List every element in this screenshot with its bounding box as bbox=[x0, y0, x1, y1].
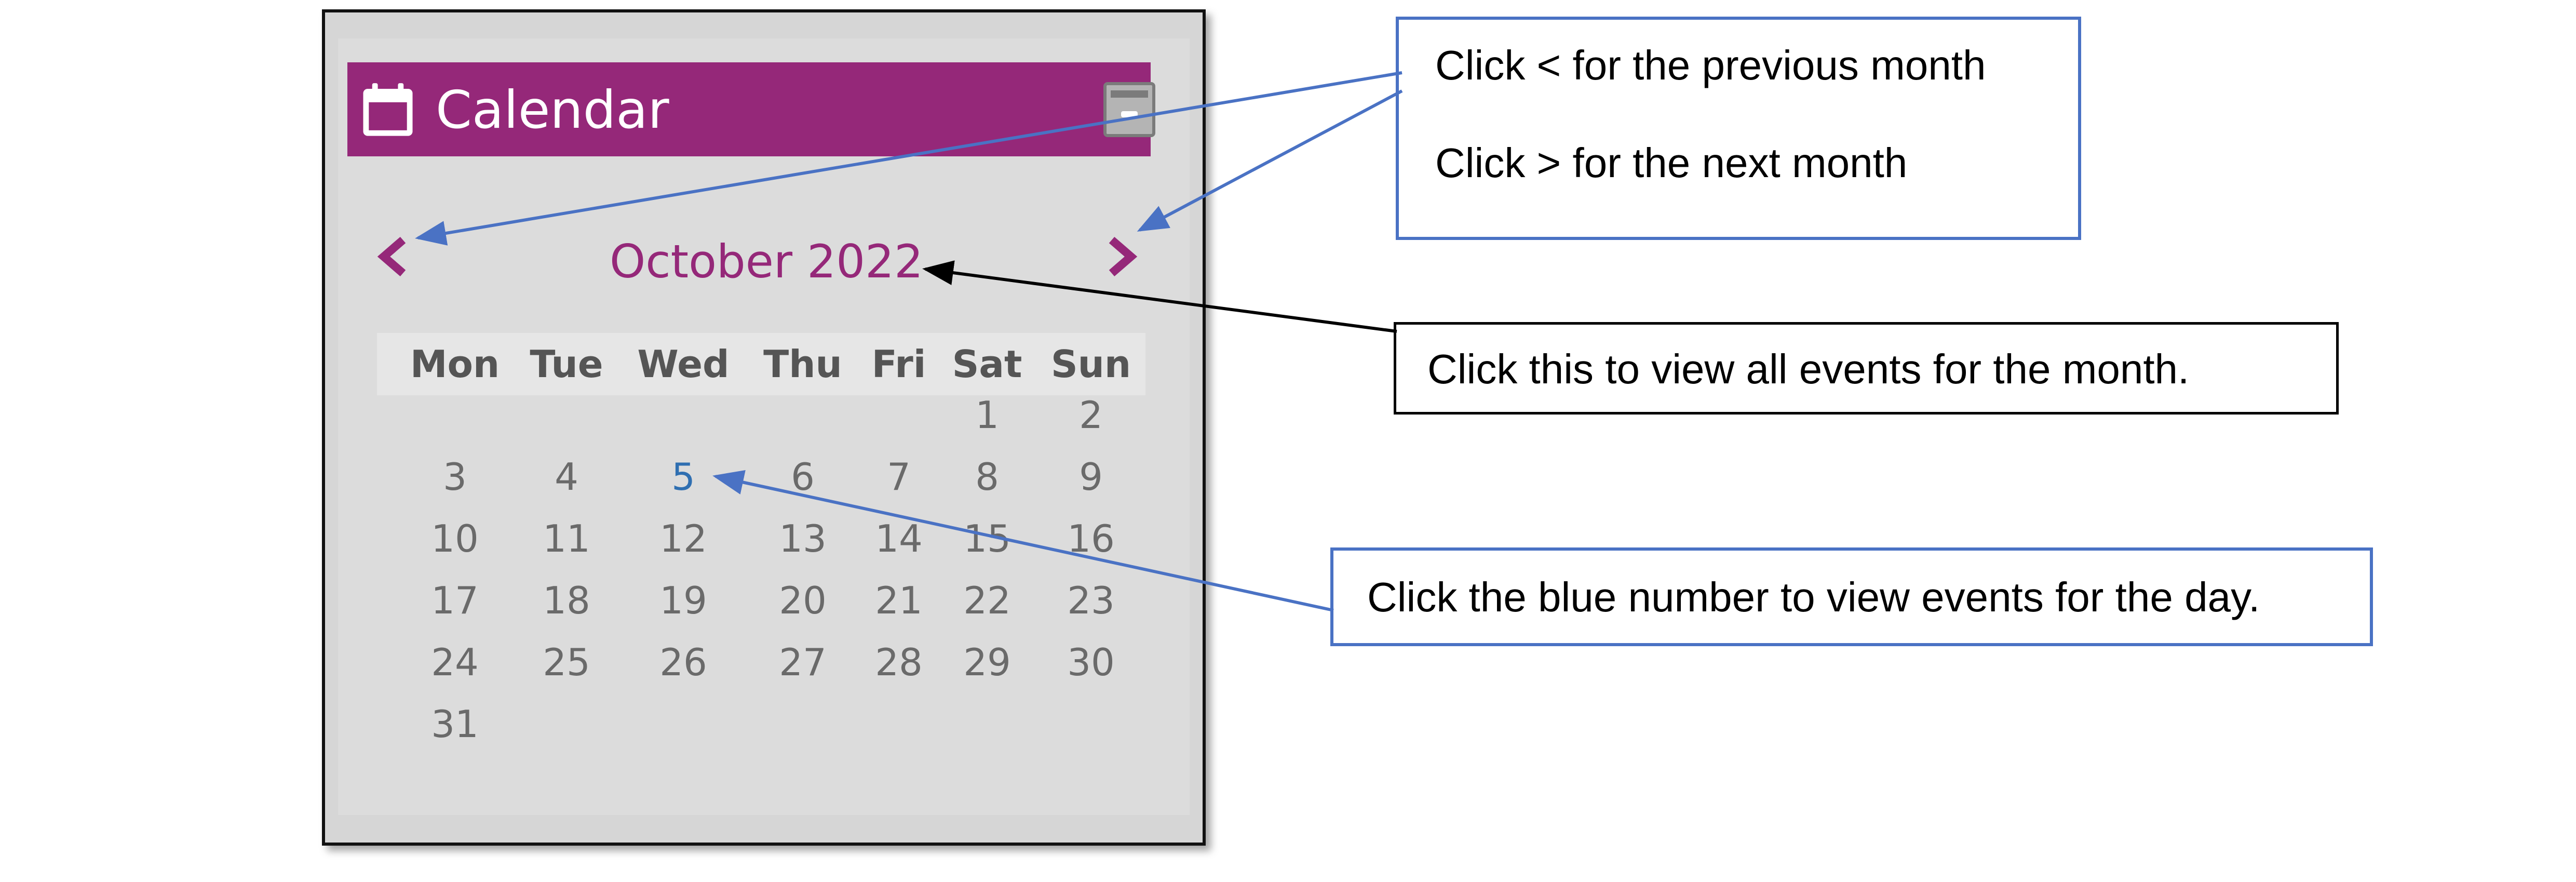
calendar-title: Calendar bbox=[436, 79, 669, 140]
calendar-day: 27 bbox=[779, 640, 827, 684]
month-view-callout: Click this to view all events for the mo… bbox=[1394, 322, 2339, 415]
day-view-callout: Click the blue number to view events for… bbox=[1330, 547, 2373, 646]
weekday-label: Sun bbox=[1050, 342, 1131, 386]
month-nav-callout: Click < for the previous month Click > f… bbox=[1396, 17, 2081, 240]
prev-month-hint: Click < for the previous month bbox=[1435, 42, 1986, 88]
calendar-day: 24 bbox=[431, 640, 479, 684]
calendar-day: 26 bbox=[659, 640, 707, 684]
calendar-day: 31 bbox=[431, 702, 479, 746]
weekday-label: Wed bbox=[637, 342, 730, 386]
calendar-day: 4 bbox=[555, 455, 578, 499]
calendar-day: 29 bbox=[963, 640, 1011, 684]
minimize-icon[interactable] bbox=[1103, 82, 1155, 137]
calendar-day: 17 bbox=[431, 579, 479, 622]
calendar-widget: Calendar October 2022 Mon Tue Wed Thu Fri Sat… bbox=[322, 9, 1206, 846]
next-month-hint: Click > for the next month bbox=[1435, 140, 1908, 186]
calendar-day: 11 bbox=[543, 517, 590, 560]
weekday-label: Thu bbox=[763, 342, 842, 386]
weekday-label: Mon bbox=[410, 342, 500, 386]
calendar-day: 20 bbox=[779, 579, 827, 622]
calendar-day: 7 bbox=[887, 455, 911, 499]
calendar-day: 21 bbox=[875, 579, 923, 622]
calendar-day: 16 bbox=[1067, 517, 1115, 560]
calendar-day: 10 bbox=[431, 517, 479, 560]
calendar-day: 6 bbox=[791, 455, 815, 499]
month-label[interactable]: October 2022 bbox=[481, 233, 1052, 290]
weekday-label: Sat bbox=[952, 342, 1022, 386]
month-view-hint: Click this to view all events for the mo… bbox=[1427, 346, 2190, 392]
calendar-day: 19 bbox=[659, 579, 707, 622]
calendar-day: 3 bbox=[443, 455, 467, 499]
event-day[interactable]: 5 bbox=[642, 451, 725, 503]
calendar-day: 23 bbox=[1067, 579, 1115, 622]
calendar-day: 28 bbox=[875, 640, 923, 684]
chevron-left-icon[interactable] bbox=[374, 231, 411, 283]
calendar-day: 22 bbox=[963, 579, 1011, 622]
day-view-hint: Click the blue number to view events for… bbox=[1367, 574, 2260, 620]
calendar-day: 8 bbox=[975, 455, 999, 499]
calendar-header: Calendar bbox=[347, 62, 1155, 156]
calendar-icon bbox=[363, 83, 413, 136]
calendar-day: 2 bbox=[1079, 393, 1103, 437]
calendar-day: 25 bbox=[543, 640, 590, 684]
chevron-right-icon[interactable] bbox=[1104, 231, 1140, 283]
calendar-day: 13 bbox=[779, 517, 827, 560]
calendar-day: 30 bbox=[1067, 640, 1115, 684]
calendar-day: 18 bbox=[543, 579, 590, 622]
calendar-day: 9 bbox=[1079, 455, 1103, 499]
calendar-day: 14 bbox=[875, 517, 923, 560]
calendar-day: 15 bbox=[963, 517, 1011, 560]
weekday-header: Mon Tue Wed Thu Fri Sat Sun bbox=[377, 333, 1145, 395]
calendar-day: 12 bbox=[659, 517, 707, 560]
calendar-day: 1 bbox=[975, 393, 999, 437]
weekday-label: Tue bbox=[530, 342, 603, 386]
